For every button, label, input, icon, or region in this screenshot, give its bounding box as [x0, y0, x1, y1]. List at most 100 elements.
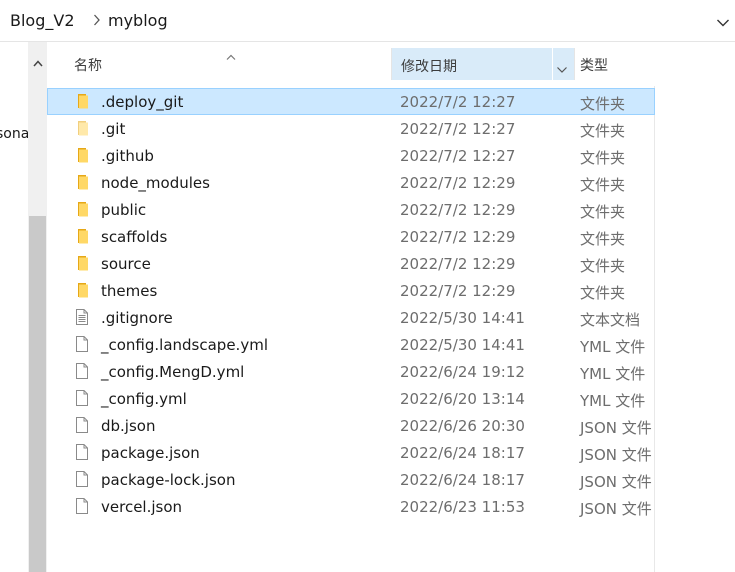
file-icon: [75, 416, 89, 438]
file-date: 2022/7/2 12:29: [400, 282, 516, 300]
file-row[interactable]: .github 2022/7/2 12:27 文件夹: [47, 142, 655, 169]
file-type: 文件夹: [580, 230, 626, 248]
folder-icon: [75, 227, 91, 249]
file-name: .git: [101, 120, 126, 138]
file-row[interactable]: scaffolds 2022/7/2 12:29 文件夹: [47, 223, 655, 250]
file-type: YML 文件: [580, 365, 646, 383]
file-name: package.json: [101, 444, 200, 462]
file-icon: [75, 335, 89, 357]
file-row[interactable]: .deploy_git 2022/7/2 12:27 文件夹: [47, 88, 655, 115]
file-row[interactable]: .gitignore 2022/5/30 14:41 文本文档: [47, 304, 655, 331]
file-row[interactable]: package.json 2022/6/24 18:17 JSON 文件: [47, 439, 655, 466]
column-header: 名称 修改日期 类型: [47, 42, 735, 86]
file-date: 2022/7/2 12:27: [400, 93, 516, 111]
folder-icon: [75, 92, 91, 114]
file-name: .deploy_git: [101, 93, 184, 111]
file-row[interactable]: _config.MengD.yml 2022/6/24 19:12 YML 文件: [47, 358, 655, 385]
file-row[interactable]: .git 2022/7/2 12:27 文件夹: [47, 115, 655, 142]
file-name: source: [101, 255, 151, 273]
column-header-date[interactable]: 修改日期: [392, 48, 574, 80]
file-type: 文件夹: [580, 203, 626, 221]
breadcrumb-parent[interactable]: Blog_V2: [10, 11, 75, 30]
file-date: 2022/7/2 12:29: [400, 201, 516, 219]
sort-ascending-icon: [225, 46, 237, 65]
chevron-down-icon[interactable]: [556, 59, 568, 78]
column-divider: [552, 48, 553, 80]
scroll-thumb[interactable]: [29, 216, 46, 572]
file-date: 2022/6/23 11:53: [400, 498, 525, 516]
file-row[interactable]: public 2022/7/2 12:29 文件夹: [47, 196, 655, 223]
file-icon: [75, 389, 89, 411]
file-row[interactable]: source 2022/7/2 12:29 文件夹: [47, 250, 655, 277]
file-type: JSON 文件: [580, 419, 652, 437]
file-list: .deploy_git 2022/7/2 12:27 文件夹 .git 2022…: [47, 88, 655, 520]
navigation-pane: sona: [0, 42, 28, 572]
folder-icon: [75, 119, 91, 141]
file-type: 文件夹: [580, 95, 626, 113]
folder-icon: [75, 281, 91, 303]
file-icon: [75, 470, 89, 492]
file-date: 2022/6/24 18:17: [400, 444, 525, 462]
file-date: 2022/7/2 12:27: [400, 120, 516, 138]
text-file-icon: [75, 308, 89, 330]
file-type: YML 文件: [580, 338, 646, 356]
file-name: db.json: [101, 417, 156, 435]
file-date: 2022/7/2 12:29: [400, 174, 516, 192]
file-name: .gitignore: [101, 309, 173, 327]
folder-icon: [75, 173, 91, 195]
file-type: 文件夹: [580, 176, 626, 194]
file-date: 2022/6/24 19:12: [400, 363, 525, 381]
file-row[interactable]: _config.landscape.yml 2022/5/30 14:41 YM…: [47, 331, 655, 358]
file-type: 文件夹: [580, 257, 626, 275]
file-row[interactable]: vercel.json 2022/6/23 11:53 JSON 文件: [47, 493, 655, 520]
file-type: JSON 文件: [580, 446, 652, 464]
file-date: 2022/5/30 14:41: [400, 336, 525, 354]
column-header-type[interactable]: 类型: [580, 55, 608, 75]
file-date: 2022/6/24 18:17: [400, 471, 525, 489]
scroll-up-arrow-icon[interactable]: [33, 52, 43, 71]
breadcrumb-current[interactable]: myblog: [108, 11, 168, 30]
file-date: 2022/5/30 14:41: [400, 309, 525, 327]
file-row[interactable]: node_modules 2022/7/2 12:29 文件夹: [47, 169, 655, 196]
file-name: .github: [101, 147, 154, 165]
file-type: 文件夹: [580, 122, 626, 140]
address-bar[interactable]: Blog_V2 myblog: [0, 0, 735, 42]
file-row[interactable]: _config.yml 2022/6/20 13:14 YML 文件: [47, 385, 655, 412]
file-name: public: [101, 201, 147, 219]
file-name: node_modules: [101, 174, 210, 192]
file-date: 2022/7/2 12:29: [400, 255, 516, 273]
file-name: scaffolds: [101, 228, 168, 246]
address-history-dropdown[interactable]: [716, 13, 730, 32]
file-name: vercel.json: [101, 498, 183, 516]
nav-scrollbar[interactable]: [28, 42, 47, 572]
file-name: themes: [101, 282, 158, 300]
file-icon: [75, 362, 89, 384]
file-type: 文本文档: [580, 311, 641, 329]
nav-item-label[interactable]: sona: [0, 126, 28, 142]
folder-icon: [75, 254, 91, 276]
column-divider[interactable]: [574, 48, 575, 80]
file-type: JSON 文件: [580, 473, 652, 491]
file-icon: [75, 497, 89, 519]
folder-icon: [75, 200, 91, 222]
file-name: _config.MengD.yml: [101, 363, 245, 381]
chevron-right-icon: [93, 12, 101, 31]
file-icon: [75, 443, 89, 465]
file-date: 2022/7/2 12:27: [400, 147, 516, 165]
folder-icon: [75, 146, 91, 168]
file-type: JSON 文件: [580, 500, 652, 518]
file-name: package-lock.json: [101, 471, 236, 489]
column-header-date-label: 修改日期: [401, 59, 457, 75]
file-row[interactable]: themes 2022/7/2 12:29 文件夹: [47, 277, 655, 304]
file-row[interactable]: db.json 2022/6/26 20:30 JSON 文件: [47, 412, 655, 439]
file-name: _config.landscape.yml: [101, 336, 268, 354]
file-name: _config.yml: [101, 390, 187, 408]
file-date: 2022/6/26 20:30: [400, 417, 525, 435]
file-date: 2022/7/2 12:29: [400, 228, 516, 246]
file-type: 文件夹: [580, 149, 626, 167]
file-row[interactable]: package-lock.json 2022/6/24 18:17 JSON 文…: [47, 466, 655, 493]
file-type: 文件夹: [580, 284, 626, 302]
file-type: YML 文件: [580, 392, 646, 410]
file-date: 2022/6/20 13:14: [400, 390, 525, 408]
column-header-name[interactable]: 名称: [74, 55, 102, 75]
